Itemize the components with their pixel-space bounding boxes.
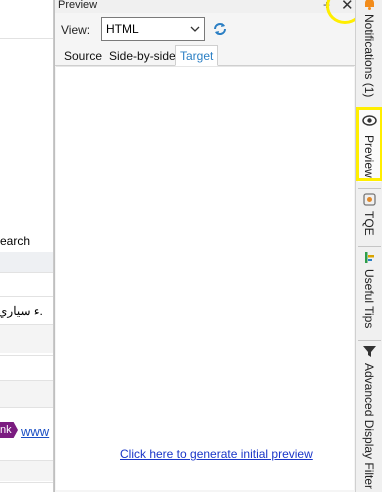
row-strip (0, 325, 53, 353)
divider (0, 407, 53, 408)
dock-tab-advanced-display-filter[interactable]: Advanced Display Filter 2. (358, 340, 381, 492)
header-row-strip (0, 252, 53, 272)
dock-tab-notifications[interactable]: Notifications (1) (358, 0, 381, 100)
view-tabs: Source Side-by-side Target (55, 44, 356, 66)
dock-label: Useful Tips (362, 269, 376, 329)
dock-tab-tqe[interactable]: TQE (358, 188, 381, 240)
view-select-value: HTML (106, 22, 139, 36)
view-select[interactable]: HTML (101, 17, 205, 41)
tab-source[interactable]: Source (60, 47, 106, 66)
divider (0, 355, 53, 356)
tag-badge[interactable]: nk (0, 422, 18, 438)
search-column-header: earch (0, 234, 31, 248)
divider (0, 272, 53, 273)
view-label: View: (61, 23, 91, 37)
tips-icon (362, 250, 377, 265)
panel-header: Preview + ✕ (55, 0, 356, 14)
tqe-icon (362, 192, 377, 207)
generate-preview-link[interactable]: Click here to generate initial preview (120, 447, 313, 461)
row-strip (0, 381, 53, 407)
dock-strip: Notifications (1) Preview TQE Useful Tip… (355, 0, 382, 492)
refresh-icon[interactable] (211, 20, 229, 38)
app-root: earch ء سياري. nk www Preview + ✕ View: … (0, 0, 382, 492)
tab-side-by-side[interactable]: Side-by-side (105, 47, 180, 66)
editor-pane-slice: earch ء سياري. nk www (0, 0, 54, 492)
dock-label: Advanced Display Filter 2. (362, 363, 376, 492)
dock-label: TQE (362, 211, 376, 236)
panel-title: Preview (58, 0, 98, 11)
arabic-segment-text: ء سياري. (0, 304, 43, 318)
preview-panel: Preview + ✕ View: HTML Source Side-by-si… (54, 0, 364, 492)
dock-tab-useful-tips[interactable]: Useful Tips (358, 246, 381, 334)
bell-icon (362, 0, 377, 11)
tab-target[interactable]: Target (175, 45, 219, 66)
filter-icon (362, 344, 377, 359)
row-strip (0, 461, 53, 481)
preview-highlight-annotation (356, 107, 382, 181)
segment-link[interactable]: www (21, 424, 49, 439)
divider (0, 296, 53, 297)
preview-content-area: Click here to generate initial preview (56, 66, 354, 490)
dock-label: Notifications (1) (362, 14, 376, 98)
divider (0, 482, 53, 483)
divider (0, 38, 53, 39)
